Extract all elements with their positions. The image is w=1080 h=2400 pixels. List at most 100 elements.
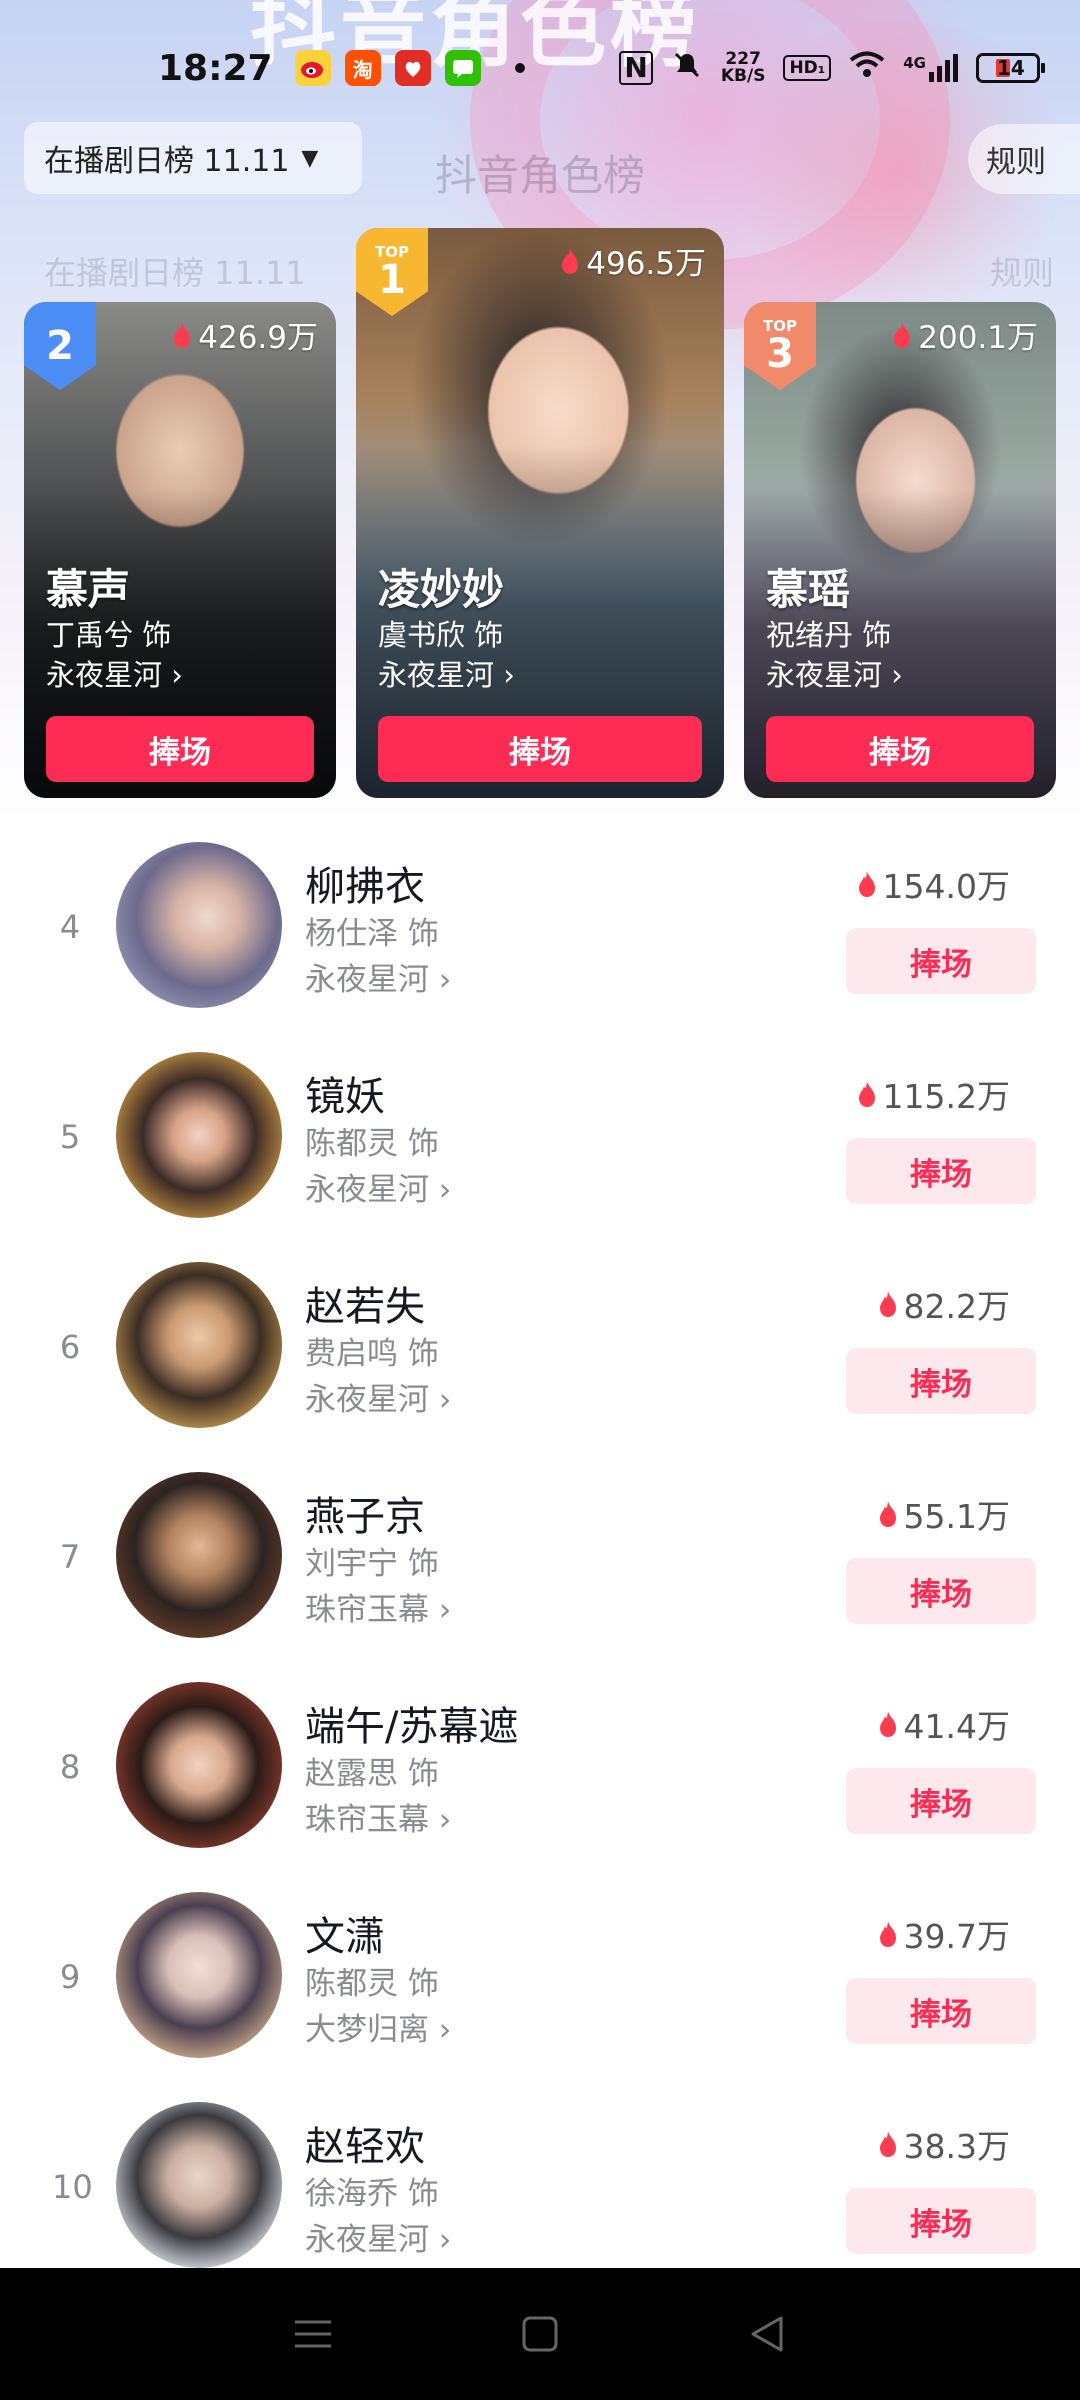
- actor-name: 丁禹兮 饰: [46, 618, 172, 652]
- faded-selector: 在播剧日榜 11.11: [44, 254, 306, 292]
- drama-link[interactable]: 永夜星河 ›: [378, 652, 515, 694]
- menu-icon[interactable]: [283, 2304, 343, 2364]
- chevron-right-icon: ›: [882, 658, 903, 692]
- cheer-button[interactable]: 捧场: [766, 716, 1034, 782]
- character-avatar[interactable]: [116, 1472, 282, 1638]
- weibo-icon: [294, 50, 331, 86]
- rank-number: 6: [59, 1328, 81, 1366]
- cheer-button[interactable]: 捧场: [846, 1558, 1036, 1624]
- rank-number: 4: [59, 908, 81, 946]
- cheer-button[interactable]: 捧场: [846, 928, 1036, 994]
- podium-card-rank-1[interactable]: TOP 1 496.5万 凌妙妙 虞书欣 饰 永夜星河 › 捧场: [356, 228, 724, 798]
- drama-link[interactable]: 永夜星河 ›: [46, 652, 183, 694]
- list-item[interactable]: 5 镜妖 陈都灵 饰永夜星河 › 115.2万 捧场: [0, 1048, 1080, 1258]
- list-item[interactable]: 6 赵若失费启鸣 饰永夜星河 › 82.2万捧场: [0, 1258, 1080, 1468]
- rank-number: 10: [52, 2168, 93, 2206]
- rules-button[interactable]: 规则: [968, 124, 1080, 194]
- heat-value: 55.1万: [876, 1490, 1010, 1538]
- heat-value: 496.5万: [558, 238, 706, 283]
- drama-link[interactable]: 珠帘玉幕 ›: [305, 1584, 451, 1629]
- flame-icon: [879, 2131, 896, 2157]
- mute-icon: [671, 49, 703, 88]
- flame-icon: [879, 1291, 896, 1317]
- nfc-icon: N: [619, 51, 653, 85]
- faded-rules: 规则: [990, 254, 1055, 292]
- chevron-right-icon: ›: [429, 1592, 452, 1628]
- flame-icon: [858, 871, 875, 897]
- character-name: 慕声: [46, 565, 131, 614]
- actor-name: 费启鸣 饰: [305, 1336, 439, 1372]
- net-speed-unit: KB/S: [720, 66, 766, 86]
- back-icon[interactable]: [737, 2304, 797, 2364]
- drama-link[interactable]: 永夜星河 ›: [305, 2214, 451, 2259]
- heat-value: 82.2万: [876, 1280, 1010, 1328]
- character-avatar[interactable]: [116, 1682, 282, 1848]
- character-avatar[interactable]: [116, 1262, 282, 1428]
- chevron-right-icon: ›: [429, 2012, 452, 2048]
- character-name: 凌妙妙: [378, 565, 505, 614]
- home-icon[interactable]: [510, 2304, 570, 2364]
- drama-link[interactable]: 永夜星河 ›: [766, 652, 903, 694]
- chevron-right-icon: ›: [429, 1172, 452, 1208]
- heat-value: 200.1万: [890, 312, 1038, 357]
- cheer-button[interactable]: 捧场: [846, 1768, 1036, 1834]
- pinduoduo-icon: [394, 50, 431, 86]
- battery-level: 14: [997, 56, 1025, 80]
- actor-name: 徐海乔 饰: [305, 2176, 439, 2212]
- actor-name: 陈都灵 饰: [305, 1126, 439, 1162]
- taobao-icon: 淘: [344, 50, 381, 86]
- character-avatar[interactable]: [116, 2102, 282, 2268]
- character-avatar[interactable]: [116, 842, 282, 1008]
- actor-name: 陈都灵 饰: [305, 1966, 439, 2002]
- actor-name: 虞书欣 饰: [378, 618, 504, 652]
- heat-value: 38.3万: [876, 2120, 1010, 2168]
- list-item[interactable]: 9 文潇 陈都灵 饰大梦归离 › 39.7万 捧场: [0, 1888, 1080, 2098]
- drama-link[interactable]: 珠帘玉幕 ›: [305, 1794, 451, 1839]
- wifi-icon: [849, 51, 885, 86]
- actor-name: 杨仕泽 饰: [305, 916, 439, 952]
- character-avatar[interactable]: [116, 1052, 282, 1218]
- cheer-button[interactable]: 捧场: [846, 1978, 1036, 2044]
- podium-card-rank-3[interactable]: TOP 3 200.1万 慕瑶 祝绪丹 饰 永夜星河 › 捧场: [744, 302, 1056, 798]
- system-navigation-bar: [0, 2268, 1080, 2400]
- cheer-button[interactable]: 捧场: [46, 716, 314, 782]
- flame-icon: [879, 1711, 896, 1737]
- drama-link[interactable]: 永夜星河 ›: [305, 1374, 451, 1419]
- character-avatar[interactable]: [116, 1892, 282, 2058]
- status-time: 18:27: [158, 47, 273, 89]
- battery-icon: 14: [976, 53, 1045, 83]
- character-name: 柳拂衣: [305, 864, 425, 910]
- chevron-right-icon: ›: [162, 658, 183, 692]
- rank-number: 8: [59, 1748, 81, 1786]
- list-item[interactable]: 4 柳拂衣杨仕泽 饰永夜星河 › 154.0万捧场: [0, 838, 1080, 1048]
- heat-value: 41.4万: [876, 1700, 1010, 1748]
- character-name: 赵轻欢: [305, 2124, 425, 2170]
- flame-icon: [858, 1081, 875, 1107]
- flame-icon: [879, 1921, 896, 1947]
- signal-icon: 4G: [903, 54, 958, 82]
- character-name: 文潇: [305, 1914, 385, 1960]
- character-name: 燕子京: [305, 1494, 425, 1540]
- character-name: 镜妖: [305, 1074, 385, 1120]
- rank-number: 5: [59, 1118, 81, 1156]
- cheer-button[interactable]: 捧场: [846, 1138, 1036, 1204]
- flame-icon: [894, 321, 911, 348]
- list-item[interactable]: 7 燕子京 刘宇宁 饰珠帘玉幕 › 55.1万 捧场: [0, 1468, 1080, 1678]
- podium-card-rank-2[interactable]: 2 426.9万 慕声 丁禹兮 饰 永夜星河 › 捧场: [24, 302, 336, 798]
- heat-value: 426.9万: [170, 312, 318, 357]
- flame-icon: [879, 1501, 896, 1527]
- character-name: 赵若失: [305, 1284, 425, 1330]
- chevron-right-icon: ›: [429, 1802, 452, 1838]
- cheer-button[interactable]: 捧场: [846, 1348, 1036, 1414]
- drama-link[interactable]: 永夜星河 ›: [305, 954, 451, 999]
- notification-dot: [514, 63, 525, 73]
- chevron-right-icon: ›: [429, 962, 452, 998]
- list-item[interactable]: 8 端午/苏幕遮 赵露思 饰珠帘玉幕 › 41.4万 捧场: [0, 1678, 1080, 1888]
- heat-value: 154.0万: [855, 860, 1010, 908]
- status-bar: 18:27 淘 N 227 KB/S HD₁ 4G 14: [0, 38, 1080, 98]
- cheer-button[interactable]: 捧场: [846, 2188, 1036, 2254]
- cheer-button[interactable]: 捧场: [378, 716, 702, 782]
- drama-link[interactable]: 大梦归离 ›: [305, 2004, 451, 2049]
- rank-number: 9: [59, 1958, 81, 1996]
- drama-link[interactable]: 永夜星河 ›: [305, 1164, 451, 1209]
